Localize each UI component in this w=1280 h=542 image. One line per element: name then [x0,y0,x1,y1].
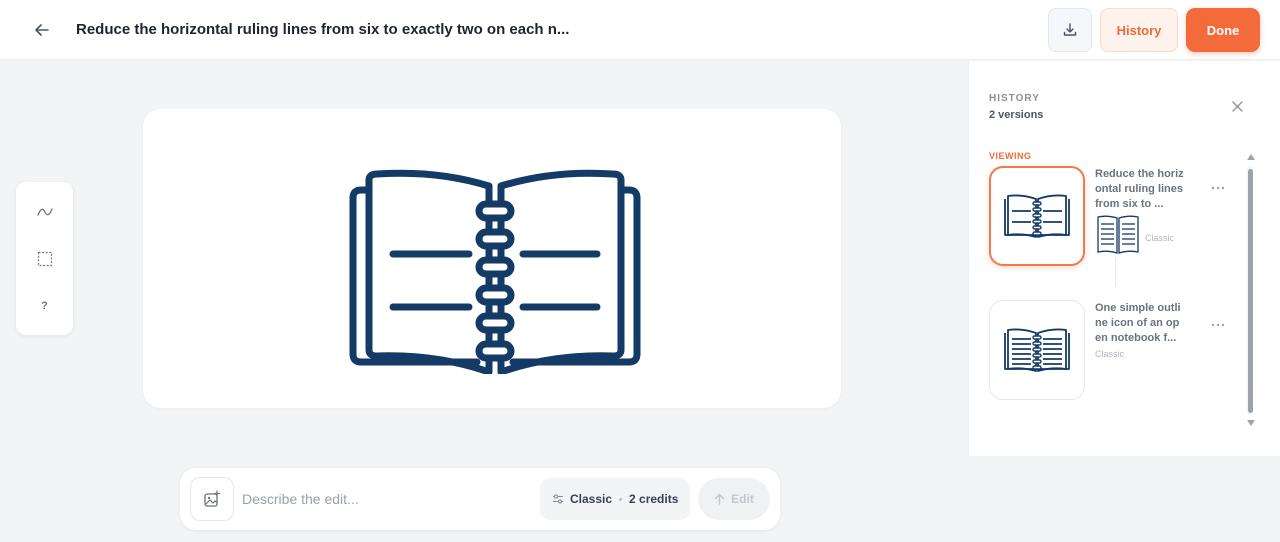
image-plus-icon [204,490,221,507]
notebook-thumbnail [1004,194,1070,238]
open-notebook-image [349,169,641,374]
close-icon [1231,100,1243,112]
arrow-left-icon [35,24,49,36]
image-canvas [143,109,841,408]
describe-edit-input[interactable] [242,488,512,510]
top-bar: Reduce the horizontal ruling lines from … [0,0,1280,60]
sliders-icon [553,494,563,504]
more-horizontal-icon [1211,186,1225,190]
version-connector-line [1115,257,1116,287]
version-1-description: Reduce the horizontal ruling lines from … [1095,168,1184,210]
version-thumbnail-2[interactable] [989,300,1085,400]
notebook-thumbnail [1004,328,1070,372]
version-1-more-button[interactable] [1211,183,1227,195]
help-tool-button[interactable]: ? [16,291,73,321]
squiggle-icon [36,208,53,216]
download-button[interactable] [1048,8,1092,52]
edit-prompt-bar: Classic 2 credits Edit [180,468,780,530]
scrollbar-thumb[interactable] [1248,169,1253,413]
history-button[interactable]: History [1100,8,1178,52]
more-horizontal-icon [1211,323,1225,327]
version-thumbnail-1[interactable] [989,166,1085,266]
page-title: Reduce the horizontal ruling lines from … [76,21,570,38]
version-1-mini-preview [1097,215,1139,254]
download-icon [1063,23,1077,36]
version-count: 2 versions [989,109,1044,121]
version-2-mode: Classic [1095,349,1125,359]
history-title: HISTORY [989,93,1040,104]
viewing-label: VIEWING [989,151,1032,161]
scroll-down-arrow[interactable] [1246,419,1256,427]
tool-palette: ? [16,182,73,335]
version-2-description: One simple outline icon of an open noteb… [1095,302,1181,344]
add-image-button[interactable] [190,477,234,521]
edit-submit-button[interactable]: Edit [698,478,770,520]
arrow-up-icon [714,493,725,505]
separator-dot [619,497,623,501]
draw-tool-button[interactable] [16,197,73,227]
back-button[interactable] [28,16,56,44]
done-button[interactable]: Done [1186,8,1260,52]
dashed-rectangle-icon [37,251,52,267]
close-history-button[interactable] [1228,97,1246,115]
select-tool-button[interactable] [16,244,73,274]
mode-label: Classic [570,492,613,506]
edit-label: Edit [731,492,754,506]
scroll-up-arrow[interactable] [1246,153,1256,161]
mode-selector[interactable]: Classic 2 credits [540,478,690,520]
credits-label: 2 credits [629,492,679,506]
version-2-more-button[interactable] [1211,320,1227,332]
version-1-mode: Classic [1145,233,1175,243]
history-panel: HISTORY 2 versions VIEWING Reduce the ho… [968,61,1280,456]
